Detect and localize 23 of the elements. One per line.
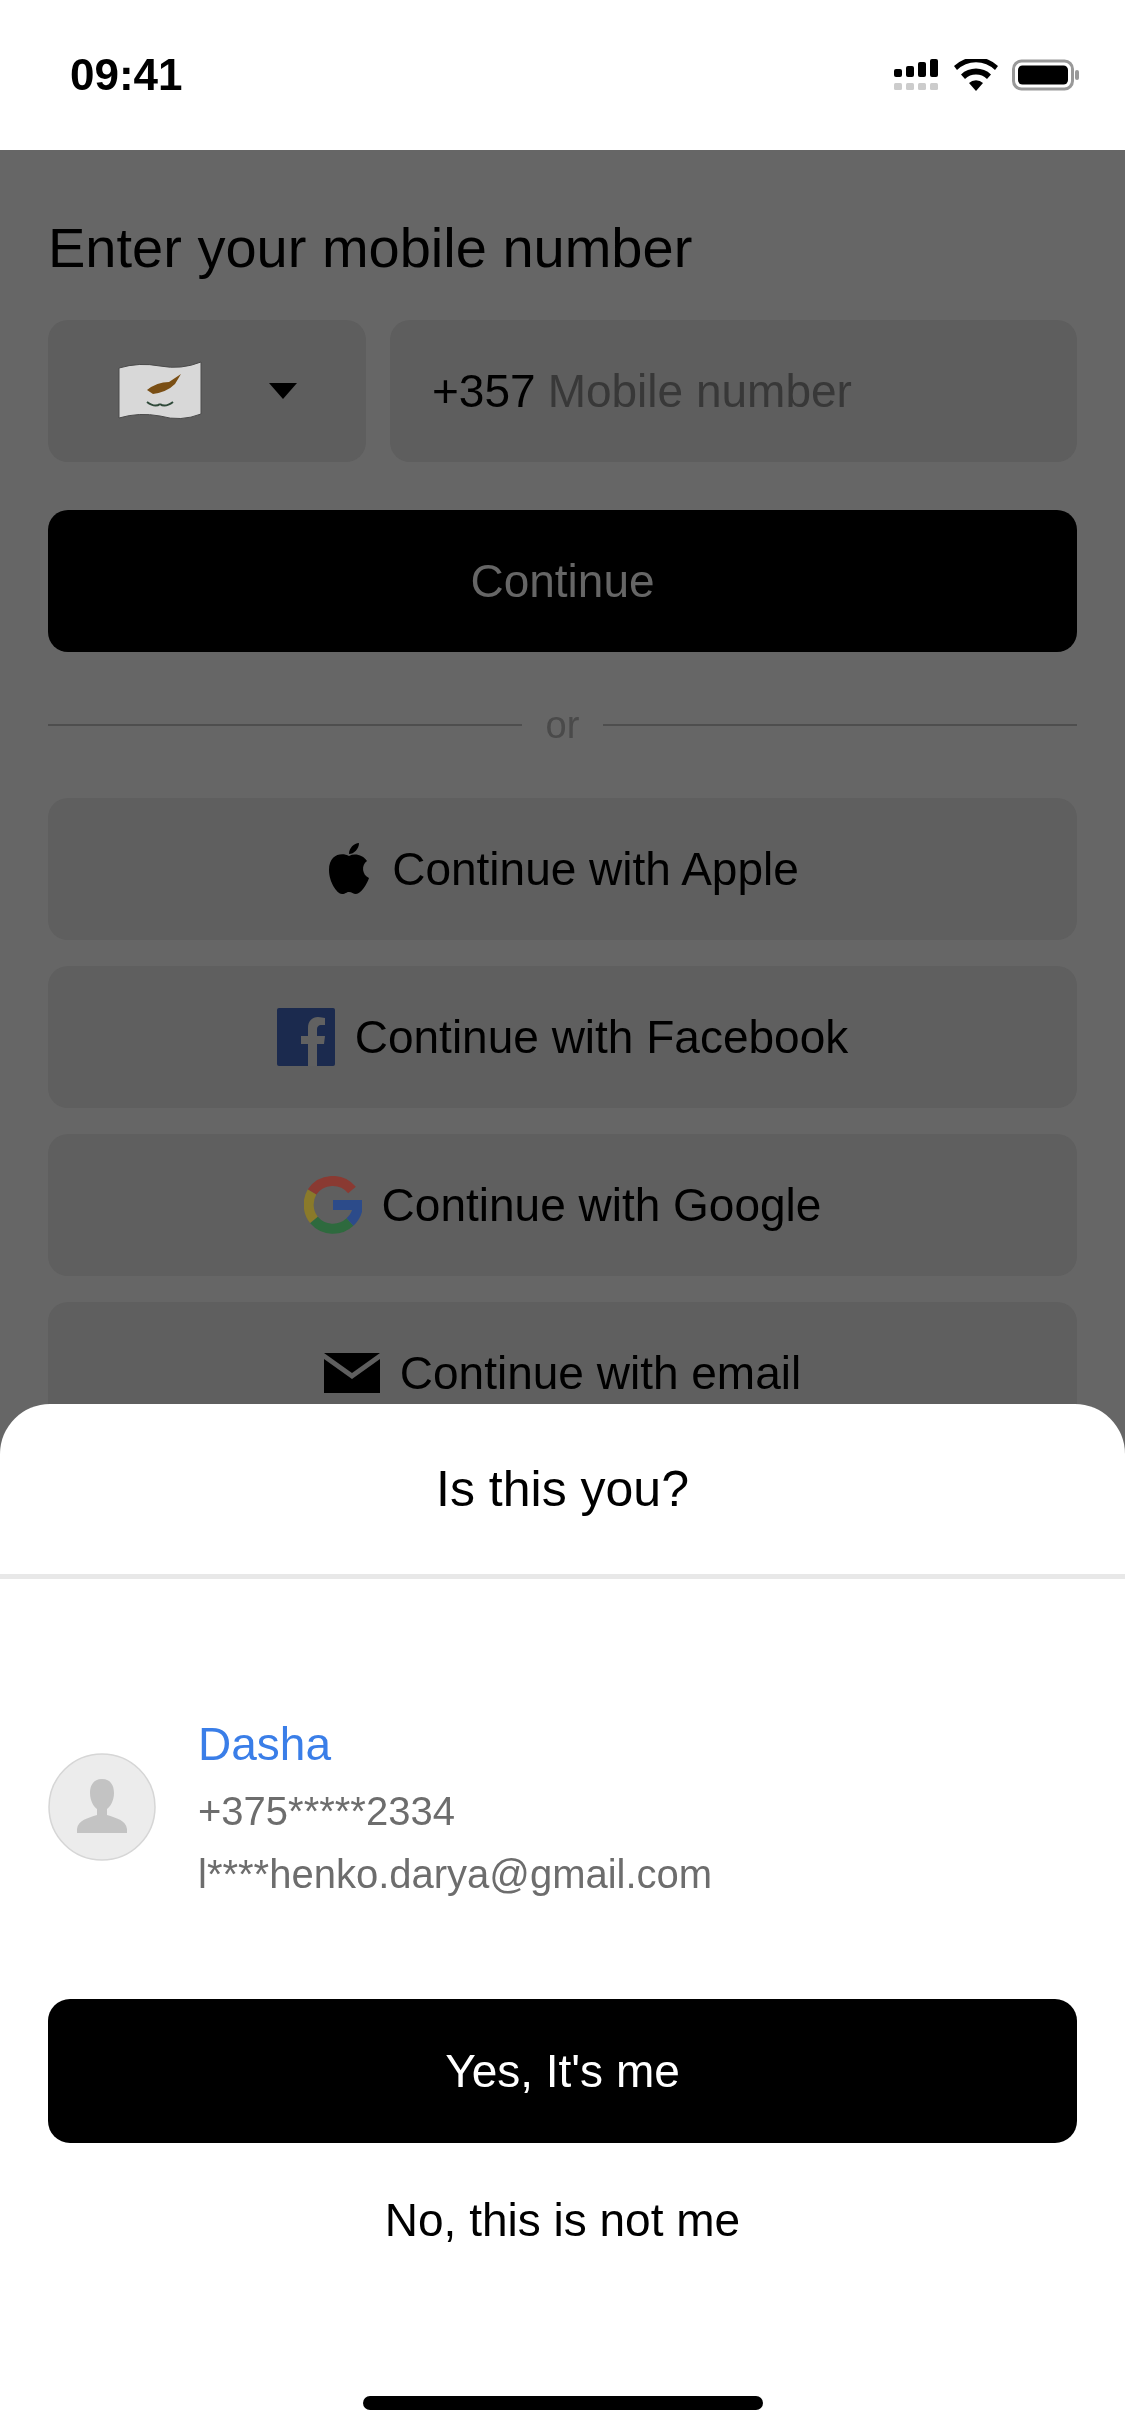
flag-icon [117, 360, 203, 422]
status-time: 09:41 [70, 50, 183, 100]
country-code: +357 [432, 364, 536, 418]
wifi-icon [954, 59, 998, 91]
facebook-icon [276, 1008, 335, 1066]
battery-icon [1012, 59, 1080, 91]
account-name[interactable]: Dasha [198, 1717, 713, 1771]
page-title: Enter your mobile number [48, 215, 694, 281]
sign-in-button[interactable]: Continue with Facebook [48, 966, 1077, 1108]
caret-icon [269, 383, 297, 399]
avatar-icon [48, 1753, 156, 1861]
account-phone: +375*****2334 [198, 1789, 456, 1834]
confirm-button[interactable]: Yes, It's me [48, 1999, 1077, 2143]
account-email: l****henko.darya@gmail.com [198, 1852, 713, 1897]
mail-icon [323, 1353, 380, 1393]
sign-in-button[interactable]: Continue with Apple [48, 798, 1077, 940]
sheet-title: Is this you? [436, 1460, 689, 1519]
continue-button[interactable]: Continue [48, 510, 1077, 652]
google-icon [303, 1176, 362, 1234]
country-picker[interactable] [48, 320, 366, 462]
signal-icon [894, 59, 940, 91]
sign-in-button[interactable]: Continue with Google [48, 1134, 1077, 1276]
decline-button[interactable]: No, this is not me [374, 2173, 751, 2267]
